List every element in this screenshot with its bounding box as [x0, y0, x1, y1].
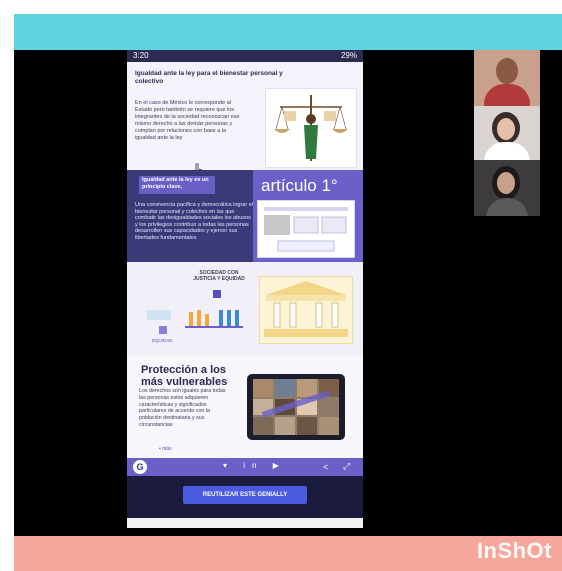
social-icons[interactable]: ▾ in ▶: [223, 461, 286, 470]
society-title: SOCIEDAD CON JUSTICIA Y EQUIDAD: [193, 270, 245, 282]
participant-shirt: [486, 198, 528, 216]
genially-toolbar: G ▾ in ▶ < ⤢: [127, 458, 363, 476]
participant-face: [497, 118, 515, 140]
vulnerable-text: Los derechos son iguales para todas las …: [139, 388, 226, 428]
participant-video-3[interactable]: [474, 160, 540, 216]
article-title: artículo 1°: [261, 176, 338, 195]
phone-nav-bar: [127, 518, 363, 528]
principle-heading: Igualdad ante la ley es un principio cla…: [139, 176, 215, 194]
reuse-genially-button[interactable]: REUTILIZAR ESTE GENIALLY: [183, 486, 307, 504]
equidad-label: EQUIDAD: [152, 338, 173, 343]
participant-face: [497, 172, 515, 194]
genially-footer: REUTILIZAR ESTE GENIALLY: [127, 476, 363, 518]
shared-phone-screen: 3:20 29% Igualdad ante la ley para el bi…: [127, 50, 363, 528]
section-principle-left: Igualdad ante la ley es un principio cla…: [127, 170, 253, 262]
participant-shirt: [484, 84, 530, 106]
phone-status-bar: 3:20 29%: [127, 50, 363, 62]
share-icon[interactable]: <: [323, 462, 328, 472]
article-diagram-image: [257, 200, 355, 258]
participant-shirt: [484, 142, 530, 160]
top-margin: [0, 0, 562, 14]
participant-video-2[interactable]: [474, 106, 540, 160]
status-time: 3:20: [133, 51, 149, 60]
justice-scales-image: [265, 88, 357, 168]
equidad-badge-icon[interactable]: [159, 326, 167, 334]
people-collage: [253, 379, 339, 435]
section-equality-text: En el caso de México le corresponde al E…: [135, 100, 240, 141]
section-equality: Igualdad ante la ley para el bienestar p…: [127, 62, 363, 176]
principle-text: Una convivencia pacífica y democrática l…: [135, 202, 254, 241]
vulnerable-more-link[interactable]: • más: [159, 446, 172, 452]
status-battery: 29%: [340, 51, 357, 60]
tablet-collage-image: [247, 374, 345, 440]
vulnerable-title: Protección a los más vulnerables: [141, 364, 228, 388]
top-color-band: [14, 14, 562, 50]
fullscreen-icon[interactable]: ⤢: [343, 461, 350, 472]
genially-logo[interactable]: G: [133, 460, 147, 474]
section-equality-title: Igualdad ante la ley para el bienestar p…: [135, 70, 283, 85]
participant-video-1[interactable]: [474, 50, 540, 106]
inshot-watermark: InShOt: [476, 538, 552, 563]
section-article-panel: artículo 1°: [253, 170, 363, 262]
section-vulnerable: Protección a los más vulnerables Los der…: [127, 356, 363, 458]
section-principle: Igualdad ante la ley es un principio cla…: [127, 170, 363, 262]
participant-face: [496, 58, 518, 84]
section-society: SOCIEDAD CON JUSTICIA Y EQUIDAD EQUIDAD: [127, 262, 363, 356]
justice-columns-image: [259, 276, 353, 344]
society-badge-icon[interactable]: [213, 290, 221, 298]
